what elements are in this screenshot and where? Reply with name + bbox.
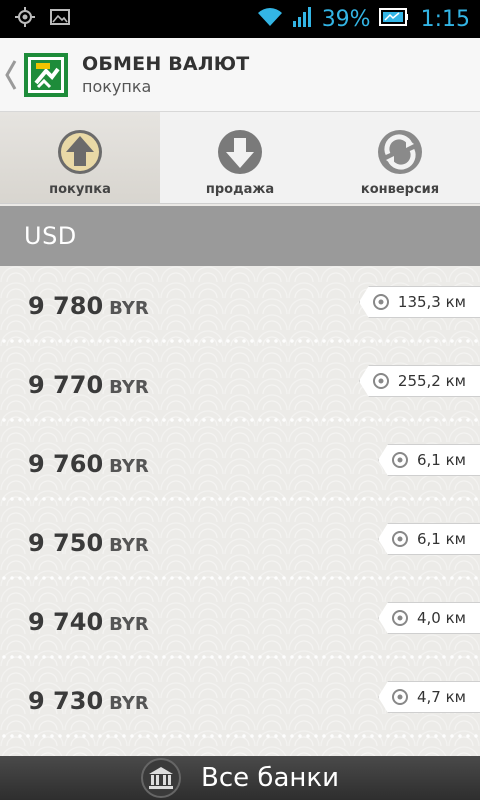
rate-currency: BYR (109, 376, 149, 398)
tab-sell[interactable]: продажа (160, 112, 320, 203)
rate-currency: BYR (109, 297, 149, 319)
list-item[interactable]: 9 740 BYR 4,0 км (0, 582, 480, 661)
tab-label: продажа (205, 182, 275, 197)
arrow-down-icon (216, 128, 264, 176)
app-logo-icon[interactable] (24, 52, 68, 97)
distance-value: 4,7 км (417, 688, 466, 706)
location-target-icon (391, 609, 409, 627)
wifi-icon (256, 6, 284, 32)
distance-value: 4,0 км (417, 609, 466, 627)
rate-currency: BYR (109, 534, 149, 556)
rate-value: 9 730 (28, 686, 104, 715)
tab-label: покупка (49, 182, 111, 197)
location-target-icon (391, 688, 409, 706)
distance-tag: 6,1 км (378, 523, 480, 555)
rate-value: 9 740 (28, 607, 104, 636)
currency-code: USD (24, 222, 77, 250)
action-bar: ОБМЕН ВАЛЮТ покупка (0, 38, 480, 112)
rate-list[interactable]: 9 780 BYR 135,3 км 9 770 BYR 255,2 км 9 … (0, 266, 480, 756)
distance-value: 6,1 км (417, 451, 466, 469)
distance-value: 6,1 км (417, 530, 466, 548)
rate-value: 9 750 (28, 528, 104, 557)
signal-icon (292, 6, 314, 32)
rate-value: 9 780 (28, 291, 104, 320)
currency-header: USD (0, 206, 480, 266)
list-item[interactable]: 9 770 BYR 255,2 км (0, 345, 480, 424)
all-banks-label: Все банки (201, 763, 339, 793)
rate-currency: BYR (109, 692, 149, 714)
distance-tag: 135,3 км (358, 286, 480, 318)
conversion-icon (376, 128, 424, 176)
distance-value: 135,3 км (397, 293, 466, 311)
back-chevron-icon[interactable] (4, 55, 22, 95)
all-banks-button[interactable]: Все банки (0, 756, 480, 800)
location-target-icon (391, 530, 409, 548)
bank-icon (141, 758, 182, 798)
battery-percent: 39% (321, 6, 371, 32)
arrow-up-icon (56, 128, 104, 176)
tab-label: конверсия (360, 182, 440, 197)
tab-buy[interactable]: покупка (0, 112, 160, 203)
rate-currency: BYR (109, 613, 149, 635)
location-target-icon (391, 451, 409, 469)
location-target-icon (372, 293, 390, 311)
page-title: ОБМЕН ВАЛЮТ (82, 53, 250, 75)
status-bar: 39% 1:15 (0, 0, 480, 38)
gps-icon (14, 6, 36, 32)
location-target-icon (372, 372, 390, 390)
tab-bar: покупка продажа конверсия (0, 112, 480, 204)
list-item[interactable]: 9 730 BYR 4,7 км (0, 661, 480, 740)
page-subtitle: покупка (82, 77, 152, 96)
list-item[interactable]: 9 750 BYR 6,1 км (0, 503, 480, 582)
distance-value: 255,2 км (397, 372, 466, 390)
rate-value: 9 760 (28, 449, 104, 478)
battery-icon (378, 7, 409, 31)
gallery-icon (50, 8, 70, 30)
rate-currency: BYR (109, 455, 149, 477)
list-item[interactable]: 9 780 BYR 135,3 км (0, 266, 480, 345)
distance-tag: 4,7 км (378, 681, 480, 713)
distance-tag: 6,1 км (378, 444, 480, 476)
distance-tag: 4,0 км (378, 602, 480, 634)
distance-tag: 255,2 км (358, 365, 480, 397)
list-item[interactable]: 9 760 BYR 6,1 км (0, 424, 480, 503)
tab-conversion[interactable]: конверсия (320, 112, 480, 203)
rate-value: 9 770 (28, 370, 104, 399)
clock: 1:15 (420, 6, 470, 32)
